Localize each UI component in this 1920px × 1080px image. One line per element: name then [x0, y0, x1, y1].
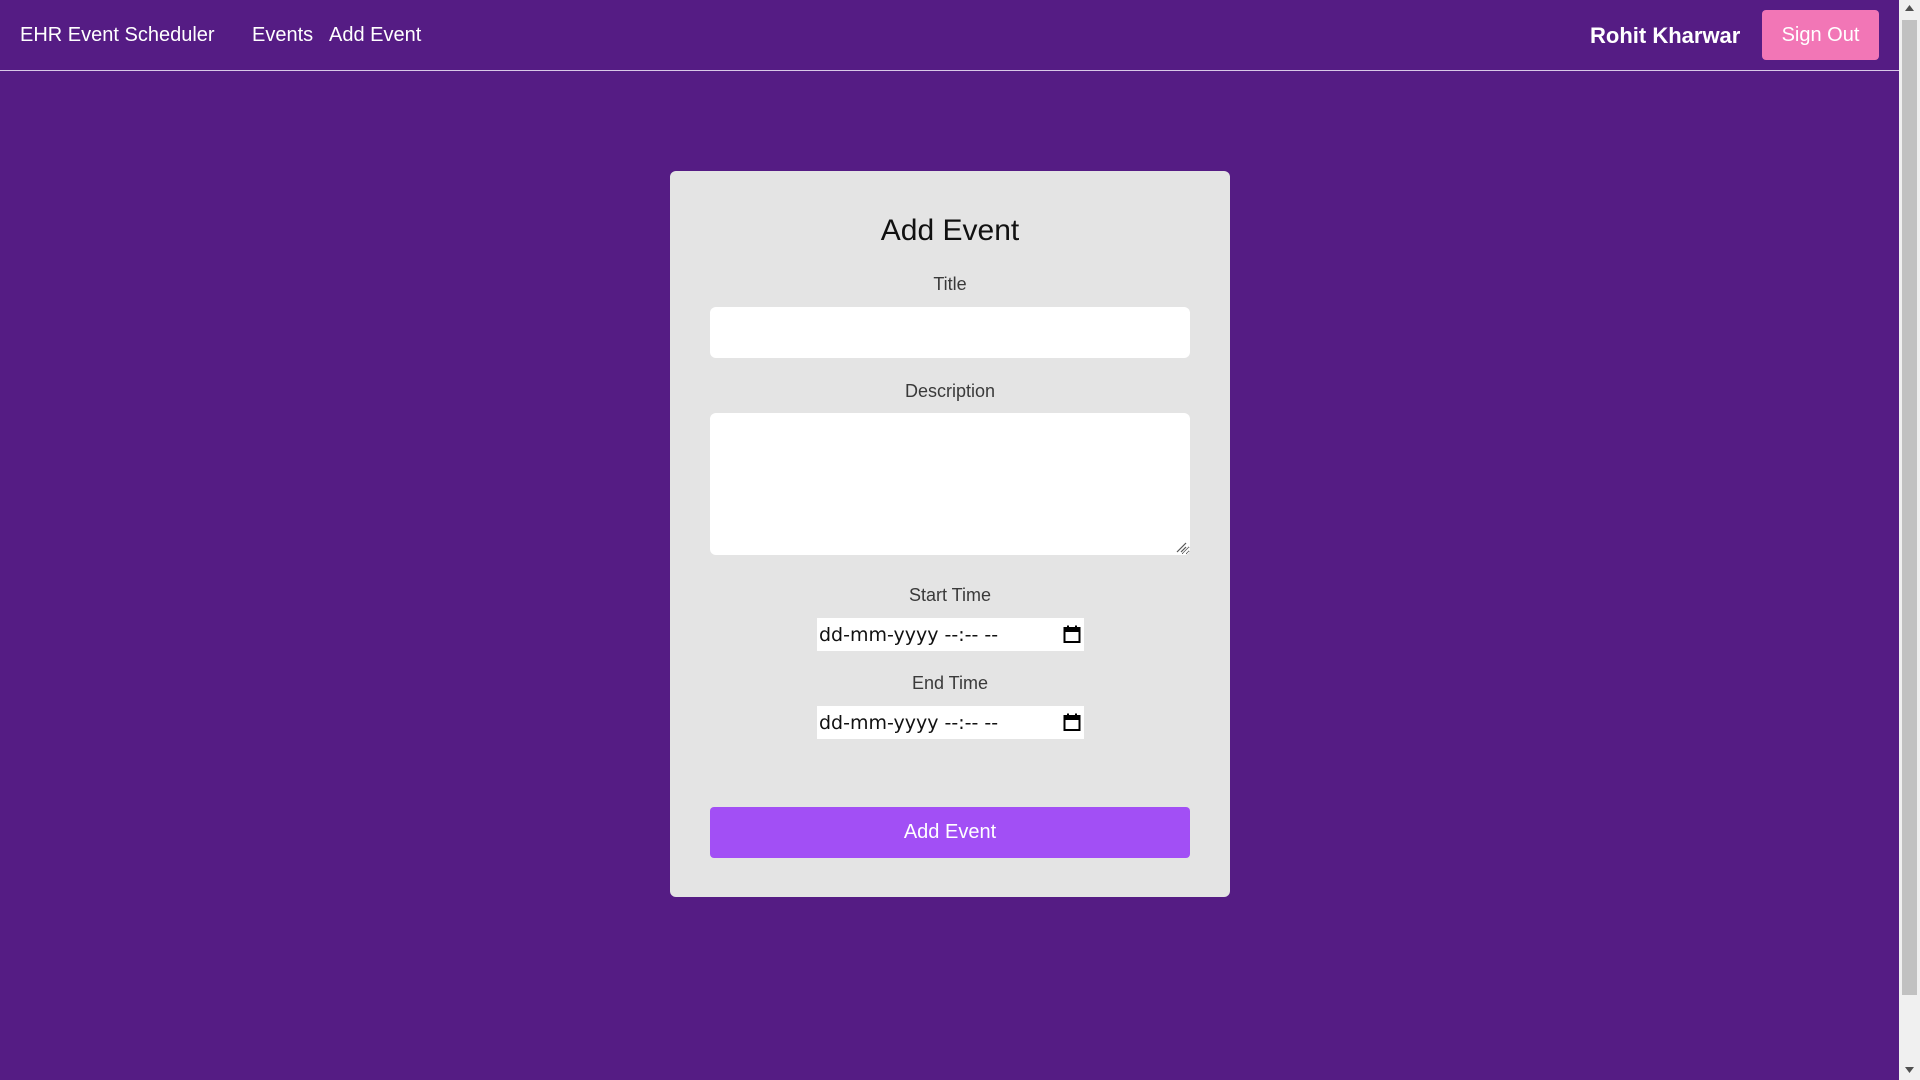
vertical-scrollbar[interactable]	[1899, 0, 1920, 1080]
start-time-label: Start Time	[908, 585, 992, 605]
title-label: Title	[933, 274, 967, 294]
add-event-card: Add Event Title Description Start Time d…	[670, 171, 1230, 897]
description-textarea[interactable]	[710, 413, 1190, 555]
calendar-icon[interactable]	[1063, 625, 1081, 644]
end-time-value: dd-mm-yyyy --:-- --	[819, 711, 999, 734]
add-event-submit-button[interactable]: Add Event	[710, 807, 1190, 858]
scrollbar-thumb[interactable]	[1902, 20, 1917, 995]
description-label: Description	[904, 381, 996, 401]
scroll-up-arrow-icon[interactable]	[1904, 4, 1915, 12]
user-name: Rohit Kharwar	[1590, 23, 1741, 48]
start-time-input[interactable]: dd-mm-yyyy --:-- --	[817, 618, 1084, 651]
nav-link-add-event[interactable]: Add Event	[329, 24, 421, 47]
title-input[interactable]	[710, 307, 1190, 358]
resize-grip-icon[interactable]	[1175, 541, 1187, 553]
nav-link-events[interactable]: Events	[252, 24, 313, 47]
end-time-input[interactable]: dd-mm-yyyy --:-- --	[817, 706, 1084, 739]
scroll-down-arrow-icon[interactable]	[1904, 1066, 1915, 1074]
top-navbar: EHR Event Scheduler Events Add Event Roh…	[0, 0, 1899, 71]
calendar-icon[interactable]	[1063, 713, 1081, 732]
brand-title[interactable]: EHR Event Scheduler	[20, 24, 215, 47]
sign-out-button[interactable]: Sign Out	[1762, 10, 1879, 60]
end-time-label: End Time	[911, 673, 989, 693]
form-heading: Add Event	[880, 214, 1020, 247]
start-time-value: dd-mm-yyyy --:-- --	[819, 623, 999, 646]
